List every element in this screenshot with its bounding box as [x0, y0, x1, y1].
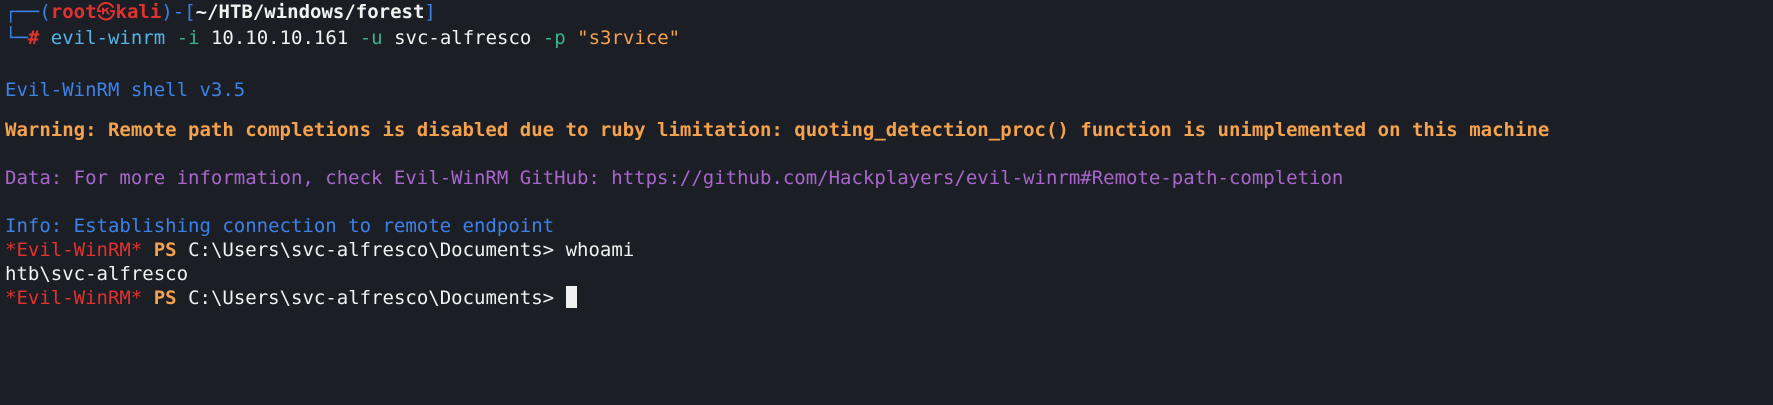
command-output: htb\svc-alfresco	[5, 263, 189, 285]
command-arg: svc-alfresco	[394, 27, 532, 49]
command-flag: -u	[359, 27, 383, 49]
command-flag: -i	[176, 27, 200, 49]
command-program: evil-winrm	[50, 27, 166, 49]
ps-tag: *Evil-WinRM*	[5, 239, 143, 261]
ps-cwd: C:\Users\svc-alfresco\Documents>	[188, 287, 555, 309]
prompt-user: root	[50, 1, 97, 23]
ps-tag: *Evil-WinRM*	[5, 287, 143, 309]
prompt-path: ~/HTB/windows/forest	[195, 1, 425, 23]
command-string: "s3rvice"	[577, 27, 681, 49]
prompt-header: ┌──(root㉿kali)-[~/HTB/windows/forest]	[5, 0, 436, 24]
prompt-frame: └─	[5, 27, 28, 49]
command-arg: 10.10.10.161	[210, 27, 349, 49]
command-line: └─# evil-winrm -i 10.10.10.161 -u svc-al…	[5, 26, 680, 50]
prompt-frame: ┌──(	[5, 1, 51, 23]
skull-icon: ㉿	[96, 1, 116, 23]
info-text: Info: Establishing connection to remote …	[5, 215, 555, 237]
ps-label: PS	[153, 287, 177, 309]
banner-text: Evil-WinRM shell v3.5	[5, 79, 246, 101]
prompt-host: kali	[115, 1, 162, 23]
ps-cwd: C:\Users\svc-alfresco\Documents>	[188, 239, 555, 261]
terminal-cursor[interactable]	[565, 286, 577, 308]
warning-text: Warning: Remote path completions is disa…	[5, 119, 1550, 141]
prompt-frame: ]	[424, 1, 436, 23]
ps-label: PS	[153, 239, 177, 261]
data-text: Data: For more information, check Evil-W…	[5, 167, 1344, 189]
ps-prompt-line: *Evil-WinRM* PS C:\Users\svc-alfresco\Do…	[5, 238, 634, 262]
ps-command: whoami	[565, 239, 635, 261]
ps-prompt-line[interactable]: *Evil-WinRM* PS C:\Users\svc-alfresco\Do…	[5, 286, 577, 310]
command-flag: -p	[542, 27, 566, 49]
prompt-frame: )-[	[161, 1, 196, 23]
prompt-hash: #	[27, 27, 40, 49]
